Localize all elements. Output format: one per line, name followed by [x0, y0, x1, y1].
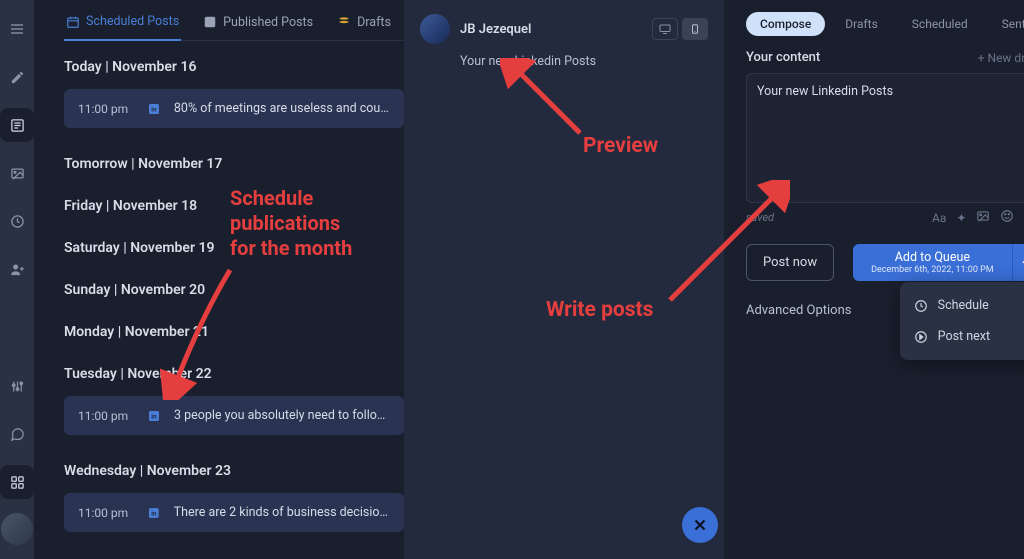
- drafts-icon: [337, 15, 351, 29]
- tab-scheduled-label: Scheduled Posts: [86, 14, 179, 29]
- sliders-icon[interactable]: [0, 369, 34, 403]
- schedule-tabs: Scheduled Posts Published Posts Drafts: [64, 0, 404, 41]
- post-now-button[interactable]: Post now: [746, 244, 834, 281]
- preview-name: JB Jezequel: [460, 22, 531, 37]
- tab-scheduled[interactable]: Scheduled Posts: [64, 14, 181, 41]
- scheduled-post[interactable]: 11:00 pm in 3 people you absolutely need t…: [64, 396, 404, 435]
- post-title: There are 2 kinds of business decisions:…: [174, 505, 390, 520]
- content-textarea[interactable]: Your new Linkedin Posts: [746, 73, 1024, 203]
- day-header: Friday | November 18: [64, 180, 404, 222]
- compose-tab-scheduled[interactable]: Scheduled: [898, 12, 982, 36]
- avatar[interactable]: [1, 513, 33, 545]
- calendar-icon: [66, 15, 80, 29]
- linkedin-icon: in: [148, 102, 160, 116]
- feed-icon[interactable]: [0, 108, 34, 142]
- post-time: 11:00 pm: [78, 409, 134, 423]
- tab-drafts[interactable]: Drafts: [335, 14, 393, 40]
- day-header: Tomorrow | November 17: [64, 138, 404, 180]
- dropdown-post-next[interactable]: Post next: [900, 321, 1024, 352]
- content-label: Your content: [746, 50, 820, 65]
- next-icon: [914, 330, 928, 344]
- post-title: 3 people you absolutely need to follow a…: [174, 408, 390, 423]
- desktop-view-button[interactable]: [652, 18, 678, 40]
- svg-text:in: in: [151, 509, 157, 517]
- saved-status: saved: [746, 211, 774, 224]
- close-button[interactable]: [682, 507, 718, 543]
- tab-drafts-label: Drafts: [357, 15, 391, 30]
- preview-body: Your new Linkedin Posts: [420, 44, 708, 69]
- tab-published[interactable]: Published Posts: [201, 14, 315, 40]
- day-header: Saturday | November 19: [64, 222, 404, 264]
- preview-avatar: [420, 14, 450, 44]
- queue-sublabel: December 6th, 2022, 11:00 PM: [871, 265, 994, 275]
- menu-icon[interactable]: [0, 12, 34, 46]
- font-icon[interactable]: Aa: [932, 211, 946, 225]
- user-plus-icon[interactable]: [0, 252, 34, 286]
- image-attach-icon[interactable]: [976, 209, 990, 226]
- mobile-view-button[interactable]: [682, 18, 708, 40]
- preview-panel: JB Jezequel Your new Linkedin Posts: [404, 0, 724, 559]
- layout-icon[interactable]: [0, 465, 34, 499]
- compose-tab-drafts[interactable]: Drafts: [831, 12, 892, 36]
- close-icon: [691, 516, 709, 534]
- day-header: Tuesday | November 22: [64, 348, 404, 390]
- day-header: Today | November 16: [64, 41, 404, 83]
- compose-panel: Compose Drafts Scheduled Sent Your conte…: [724, 0, 1024, 559]
- edit-icon[interactable]: [0, 60, 34, 94]
- scheduled-post[interactable]: 11:00 pm in There are 2 kinds of business …: [64, 493, 404, 532]
- new-draft-button[interactable]: + New draft: [978, 51, 1024, 65]
- linkedin-icon: in: [148, 409, 160, 423]
- svg-text:in: in: [151, 105, 157, 113]
- published-icon: [203, 15, 217, 29]
- day-header: Sunday | November 20: [64, 264, 404, 306]
- day-header: Monday | November 21: [64, 306, 404, 348]
- dropdown-schedule[interactable]: Schedule: [900, 290, 1024, 321]
- compose-tab-sent[interactable]: Sent: [988, 12, 1024, 36]
- tab-published-label: Published Posts: [223, 15, 313, 30]
- queue-dropdown: Schedule Post next: [900, 282, 1024, 360]
- linkedin-icon: in: [148, 506, 160, 520]
- scheduled-post[interactable]: 11:00 pm in 80% of meetings are useless an…: [64, 89, 404, 128]
- post-time: 11:00 pm: [78, 506, 134, 520]
- emoji-icon[interactable]: [1000, 209, 1014, 226]
- compose-tab-compose[interactable]: Compose: [746, 12, 825, 36]
- add-to-queue-button[interactable]: Add to Queue December 6th, 2022, 11:00 P…: [853, 244, 1012, 281]
- post-time: 11:00 pm: [78, 102, 134, 116]
- clock-icon[interactable]: [0, 204, 34, 238]
- post-title: 80% of meetings are useless and could be…: [174, 101, 390, 116]
- left-rail: [0, 0, 34, 559]
- queue-chevron-button[interactable]: [1012, 244, 1024, 281]
- chat-icon[interactable]: [0, 417, 34, 451]
- clock-icon: [914, 299, 928, 313]
- svg-text:in: in: [151, 412, 157, 420]
- day-header: Wednesday | November 23: [64, 445, 404, 487]
- image-icon[interactable]: [0, 156, 34, 190]
- sparkle-icon[interactable]: ✦: [956, 211, 966, 225]
- schedule-panel: Scheduled Posts Published Posts Drafts T…: [34, 0, 404, 559]
- queue-label: Add to Queue: [871, 250, 994, 265]
- chevron-down-icon: [1020, 257, 1024, 269]
